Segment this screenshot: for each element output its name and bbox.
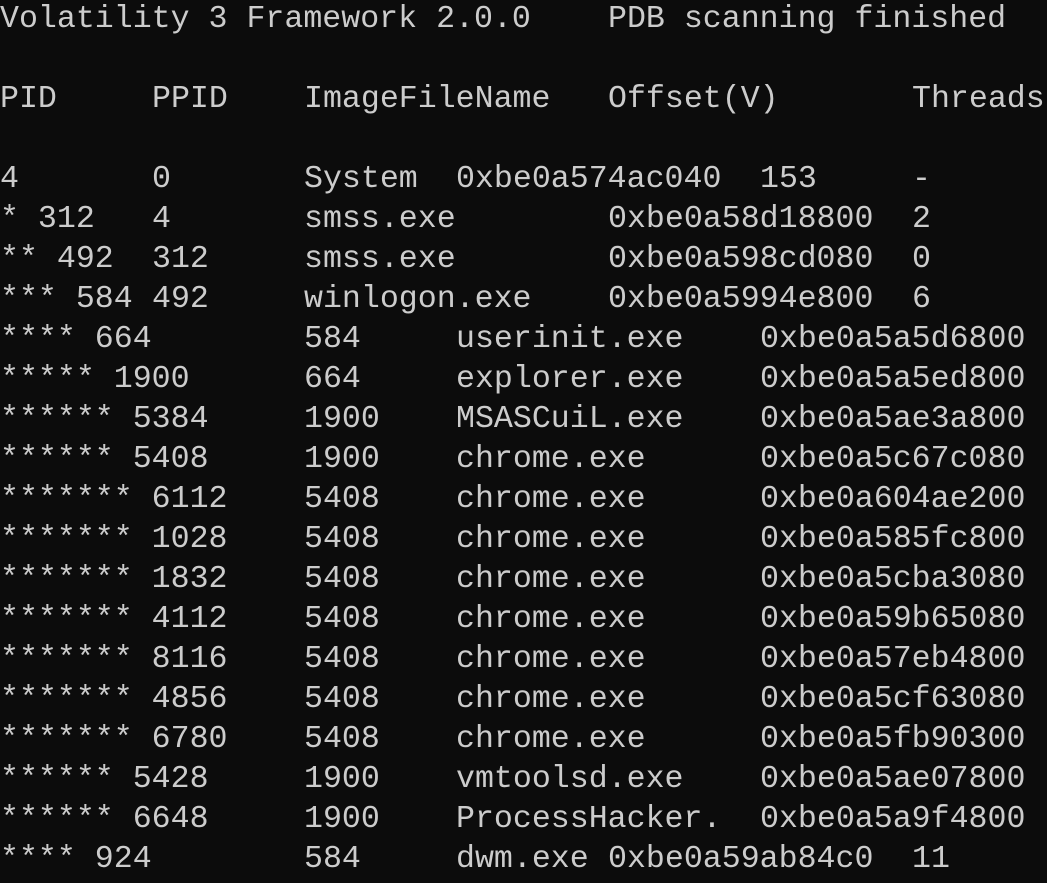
process-offset: 0xbe0a57eb4800 [760, 642, 1026, 677]
process-pid: ****** 5384 [0, 402, 209, 437]
process-threads: 2 [912, 202, 931, 237]
process-image-name: smss.exe [304, 242, 456, 277]
process-image-name: explorer.exe [456, 362, 684, 397]
process-pid: ** 492 [0, 242, 114, 277]
process-image-name: vmtoolsd.exe [456, 762, 684, 797]
process-image-name: chrome.exe [456, 562, 646, 597]
column-header-ppid: PPID [152, 82, 228, 117]
process-offset: 0xbe0a604ae200 [760, 482, 1026, 517]
process-ppid: 5408 [304, 642, 380, 677]
process-image-name: chrome.exe [456, 722, 646, 757]
process-offset: 0xbe0a5fb90300 [760, 722, 1026, 757]
header-line: PID PPID ImageFileName Offset(V) Threads [0, 80, 1045, 120]
process-pid: **** 664 [0, 322, 152, 357]
process-pid: ****** 5428 [0, 762, 209, 797]
process-image-name: MSASCuiL.exe [456, 402, 684, 437]
process-ppid: 664 [304, 362, 361, 397]
process-image-name: ProcessHacker. [456, 802, 722, 837]
terminal-window[interactable]: Volatility 3 Framework 2.0.0 PDB scannin… [0, 0, 1047, 883]
process-pid: *** 584 [0, 282, 133, 317]
process-ppid: 5408 [304, 602, 380, 637]
column-header-imagefilename: ImageFileName [304, 82, 551, 117]
process-image-name: chrome.exe [456, 482, 646, 517]
process-image-name: smss.exe [304, 202, 456, 237]
process-ppid: 0 [152, 162, 171, 197]
process-ppid: 1900 [304, 762, 380, 797]
status-text: PDB scanning finished [608, 2, 1007, 37]
process-image-name: chrome.exe [456, 682, 646, 717]
process-pid: **** 924 [0, 842, 152, 877]
process-pid: ******* 1832 [0, 562, 228, 597]
process-ppid: 584 [304, 322, 361, 357]
process-pid: ******* 4856 [0, 682, 228, 717]
banner-text: Volatility 3 Framework 2.0.0 [0, 2, 531, 37]
process-pid: 4 [0, 162, 19, 197]
process-ppid: 1900 [304, 442, 380, 477]
process-image-name: chrome.exe [456, 522, 646, 557]
process-offset: 0xbe0a59b65080 [760, 602, 1026, 637]
process-offset: 0xbe0a5a5ed800 [760, 362, 1026, 397]
column-header-threads: Threads [912, 82, 1045, 117]
process-pid: ******* 6112 [0, 482, 228, 517]
process-pid: ******* 8116 [0, 642, 228, 677]
process-image-name: winlogon.exe [304, 282, 532, 317]
process-ppid: 312 [152, 242, 209, 277]
process-pid: ******* 6780 [0, 722, 228, 757]
process-ppid: 584 [304, 842, 361, 877]
process-offset: 0xbe0a598cd080 [608, 242, 874, 277]
process-ppid: 1900 [304, 802, 380, 837]
process-image-name: System [304, 162, 418, 197]
process-offset: 0xbe0a59ab84c0 [608, 842, 874, 877]
process-offset: 0xbe0a574ac040 [456, 162, 722, 197]
banner-line: Volatility 3 Framework 2.0.0 PDB scannin… [0, 0, 1006, 40]
process-extra: - [912, 162, 931, 197]
process-offset: 0xbe0a5a5d6800 [760, 322, 1026, 357]
process-ppid: 492 [152, 282, 209, 317]
process-offset: 0xbe0a5994e800 [608, 282, 874, 317]
process-threads: 0 [912, 242, 931, 277]
process-image-name: chrome.exe [456, 442, 646, 477]
process-ppid: 5408 [304, 722, 380, 757]
process-ppid: 5408 [304, 682, 380, 717]
process-image-name: dwm.exe [456, 842, 589, 877]
process-offset: 0xbe0a5c67c080 [760, 442, 1026, 477]
process-offset: 0xbe0a5cba3080 [760, 562, 1026, 597]
process-image-name: chrome.exe [456, 642, 646, 677]
process-offset: 0xbe0a58d18800 [608, 202, 874, 237]
process-threads: 6 [912, 282, 931, 317]
process-pid: * 312 [0, 202, 95, 237]
process-threads: 153 [760, 162, 817, 197]
process-offset: 0xbe0a5ae3a800 [760, 402, 1026, 437]
process-ppid: 5408 [304, 522, 380, 557]
column-header-pid: PID [0, 82, 57, 117]
process-threads: 11 [912, 842, 950, 877]
process-pid: ******* 1028 [0, 522, 228, 557]
process-ppid: 5408 [304, 482, 380, 517]
process-ppid: 4 [152, 202, 171, 237]
process-offset: 0xbe0a585fc800 [760, 522, 1026, 557]
process-pid: ***** 1900 [0, 362, 190, 397]
process-image-name: chrome.exe [456, 602, 646, 637]
process-offset: 0xbe0a5ae07800 [760, 762, 1026, 797]
process-offset: 0xbe0a5a9f4800 [760, 802, 1026, 837]
process-pid: ****** 5408 [0, 442, 209, 477]
process-ppid: 1900 [304, 402, 380, 437]
process-image-name: userinit.exe [456, 322, 684, 357]
process-offset: 0xbe0a5cf63080 [760, 682, 1026, 717]
process-ppid: 5408 [304, 562, 380, 597]
column-header-offset: Offset(V) [608, 82, 779, 117]
process-pid: ****** 6648 [0, 802, 209, 837]
process-pid: ******* 4112 [0, 602, 228, 637]
